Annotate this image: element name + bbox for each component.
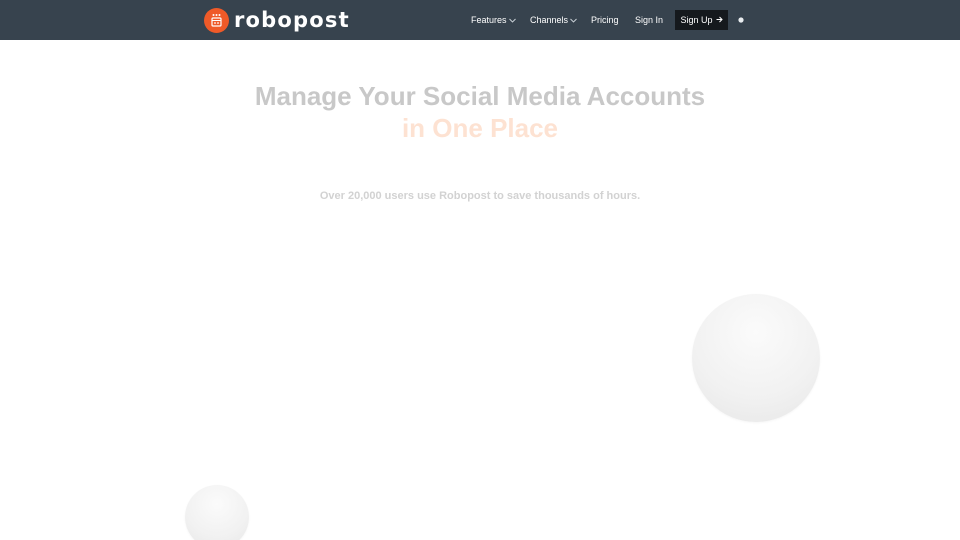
sun-icon[interactable] xyxy=(737,16,745,24)
brand-name: robopost xyxy=(234,8,350,32)
signup-label: Sign Up xyxy=(680,15,713,25)
robot-calendar-icon xyxy=(204,7,229,33)
nav-pricing[interactable]: Pricing xyxy=(591,14,619,26)
signup-button[interactable]: Sign Up xyxy=(675,10,728,30)
nav-features[interactable]: Features xyxy=(471,14,516,26)
chevron-down-icon xyxy=(508,14,516,26)
nav-channels-label: Channels xyxy=(530,15,569,25)
hero-subtitle: Over 20,000 users use Robopost to save t… xyxy=(319,190,641,202)
chevron-down-icon xyxy=(570,14,577,26)
nav-features-label: Features xyxy=(471,15,507,25)
decorative-circle xyxy=(185,485,249,540)
hero-title-line1: Manage Your Social Media Accounts xyxy=(254,81,706,111)
hero-title: Manage Your Social Media Accounts in One… xyxy=(0,80,960,144)
decorative-circle xyxy=(692,294,820,422)
nav-channels[interactable]: Channels xyxy=(530,14,577,26)
top-navbar: robopost Features Channels Pricing Sign … xyxy=(0,0,960,40)
arrow-right-icon xyxy=(716,15,723,25)
brand-logo-link[interactable]: robopost xyxy=(204,7,350,33)
nav-signin[interactable]: Sign In xyxy=(635,14,663,26)
hero-title-accent: in One Place xyxy=(401,113,559,143)
